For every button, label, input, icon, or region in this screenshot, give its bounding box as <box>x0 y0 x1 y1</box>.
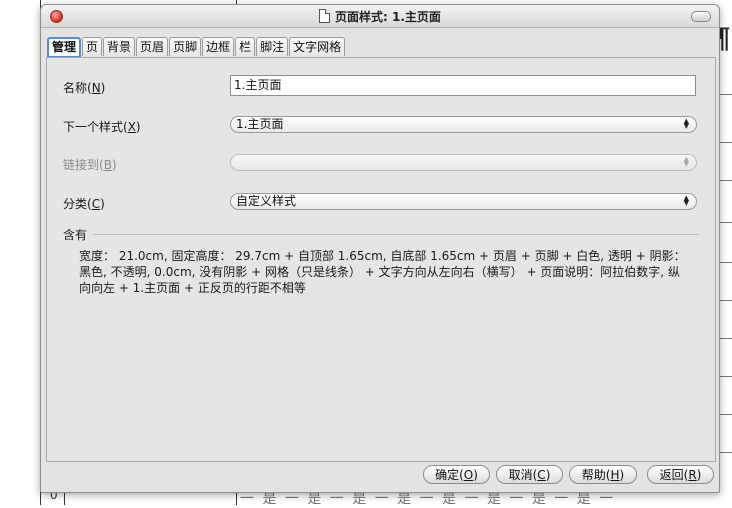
updown-arrows-icon: ▲ ▼ <box>683 117 689 130</box>
organizer-panel: 名称(N) 1.主页面 下一个样式(X) 1.主页面 ▲ ▼ 链接到(B) ▲ ▼ … <box>46 57 716 462</box>
next-style-value: 1.主页面 <box>236 117 284 131</box>
tab-organizer[interactable]: 管理 <box>47 37 82 58</box>
contains-label: 含有 <box>63 226 92 243</box>
tab-header[interactable]: 页眉 <box>136 37 169 56</box>
document-icon <box>319 9 331 23</box>
next-style-label: 下一个样式(X) <box>63 120 141 134</box>
page-style-dialog: 页面样式: 1.主页面 管理 页 背景 页眉 页脚 边框 栏 脚注 文字网格 名… <box>40 4 720 493</box>
tab-text-grid[interactable]: 文字网格 <box>289 37 346 56</box>
link-to-select: ▲ ▼ <box>230 154 697 171</box>
window-title: 页面样式: 1.主页面 <box>41 8 719 25</box>
tab-background[interactable]: 背景 <box>103 37 136 56</box>
zoom-icon[interactable] <box>691 11 711 22</box>
link-to-label: 链接到(B) <box>63 158 117 172</box>
name-field[interactable]: 1.主页面 <box>230 75 696 96</box>
category-value: 自定义样式 <box>236 194 297 208</box>
tab-footnote[interactable]: 脚注 <box>256 37 289 56</box>
help-button[interactable]: 帮助(H) <box>569 465 637 484</box>
tab-columns[interactable]: 栏 <box>235 37 256 56</box>
title-bar[interactable]: 页面样式: 1.主页面 <box>41 5 719 28</box>
tab-borders[interactable]: 边框 <box>202 37 235 56</box>
tab-footer[interactable]: 页脚 <box>169 37 202 56</box>
cancel-button[interactable]: 取消(C) <box>496 465 563 484</box>
category-label: 分类(C) <box>63 197 105 211</box>
window-title-text: 页面样式: 1.主页面 <box>335 10 441 24</box>
name-label: 名称(N) <box>63 81 106 95</box>
ok-button[interactable]: 确定(O) <box>423 465 490 484</box>
tab-bar: 管理 页 背景 页眉 页脚 边框 栏 脚注 文字网格 <box>47 37 346 58</box>
reset-button[interactable]: 返回(R) <box>647 465 714 484</box>
ruler-marks <box>718 0 732 505</box>
updown-arrows-icon: ▲ ▼ <box>683 194 689 207</box>
style-description: 宽度： 21.0cm, 固定高度： 29.7cm + 自顶部 1.65cm, 自… <box>79 249 686 295</box>
category-select[interactable]: 自定义样式 ▲ ▼ <box>230 193 697 210</box>
section-divider <box>93 234 699 235</box>
updown-arrows-icon: ▲ ▼ <box>683 155 689 168</box>
tab-page[interactable]: 页 <box>82 37 103 56</box>
next-style-select[interactable]: 1.主页面 ▲ ▼ <box>230 116 697 133</box>
